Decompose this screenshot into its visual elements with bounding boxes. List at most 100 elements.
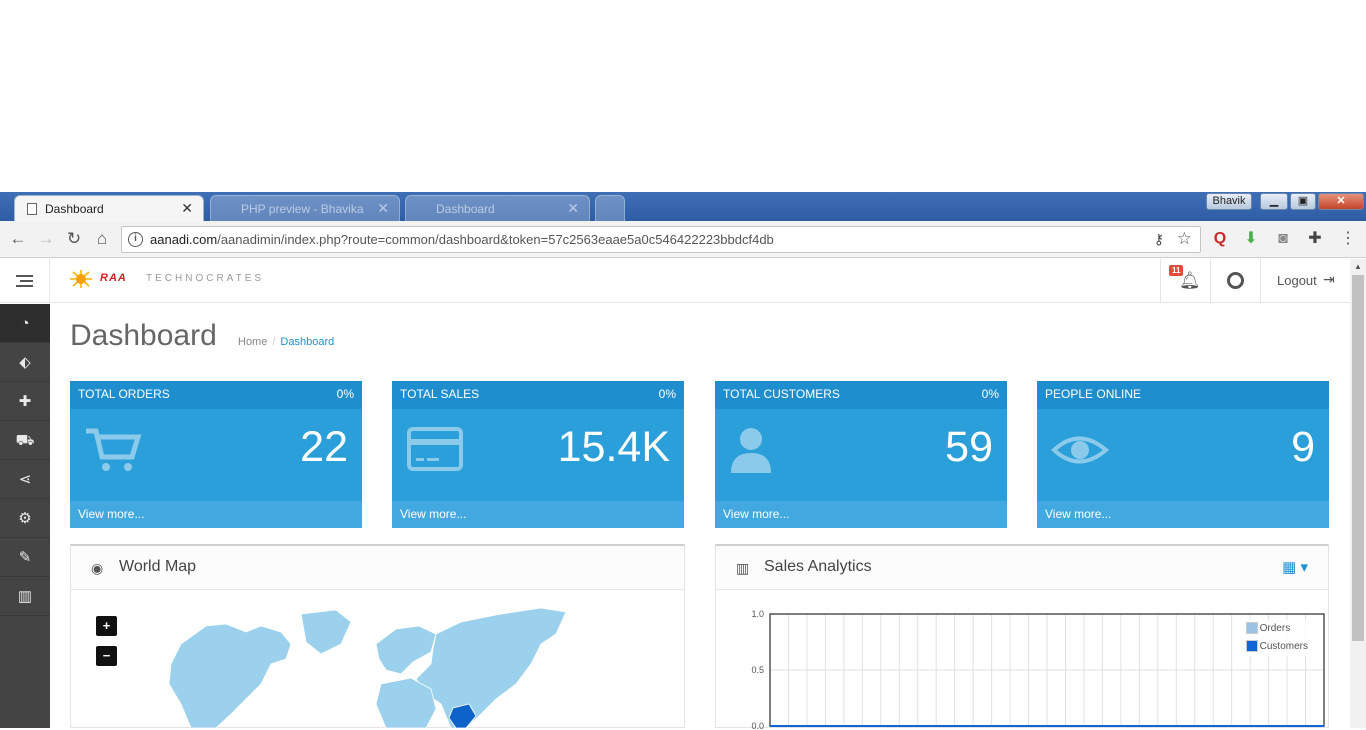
sidebar-item-tools[interactable]: ✎ (0, 538, 50, 577)
breadcrumb-separator: / (272, 336, 276, 348)
view-more-link[interactable]: View more... (723, 507, 789, 521)
tile-footer[interactable]: View more... (715, 501, 1007, 528)
sidebar-item-dashboard[interactable]: ◔ (0, 304, 50, 343)
scroll-up-icon[interactable]: ▲ (1354, 262, 1362, 271)
maximize-button[interactable]: ▣ (1290, 193, 1316, 210)
sales-analytics-chart: 1.0 0.5 0.0 (751, 609, 1325, 730)
url-host: aanadi.com (150, 232, 218, 247)
lifebuoy-icon (1227, 272, 1244, 289)
sidebar-item-marketing[interactable]: ⋖ (0, 460, 50, 499)
forward-icon[interactable]: → (36, 229, 56, 249)
puzzle-extension-icon[interactable]: ✚ (1305, 229, 1325, 249)
scrollbar-thumb[interactable] (1352, 275, 1364, 641)
sidebar-item-extensions[interactable]: ✚ (0, 382, 50, 421)
tile-value: 15.4K (557, 423, 670, 471)
home-icon[interactable]: ⌂ (92, 229, 112, 249)
calendar-dropdown-button[interactable]: ▦ ▾ (1282, 558, 1308, 576)
menu-toggle-button[interactable] (0, 259, 50, 303)
tile-heading: Total Customers (723, 387, 840, 401)
bookmark-star-icon[interactable]: ☆ (1177, 229, 1192, 249)
tile-header: People Online (1037, 381, 1329, 409)
key-icon[interactable]: ⚷ (1154, 231, 1164, 248)
reload-icon[interactable]: ↻ (64, 229, 84, 249)
tab-title: PHP preview - Bhavika (241, 202, 364, 216)
cart-icon: ⛟ (15, 432, 35, 449)
world-map[interactable] (151, 604, 571, 728)
browser-tab-inactive[interactable]: Dashboard ✕ (405, 195, 590, 221)
view-more-link[interactable]: View more... (1045, 507, 1111, 521)
tile-header: Total Sales 0% (392, 381, 684, 409)
notifications-button[interactable]: 11 🔔︎ (1160, 259, 1210, 303)
sidebar-item-sales[interactable]: ⛟ (0, 421, 50, 460)
legend-label: Orders (1259, 623, 1291, 634)
tile-header: Total Customers 0% (715, 381, 1007, 409)
view-more-link[interactable]: View more... (78, 507, 144, 521)
info-icon[interactable]: i (128, 232, 143, 247)
bar-chart-icon: ▥ (736, 560, 750, 576)
breadcrumb-home[interactable]: Home (238, 336, 267, 348)
logo[interactable]: RAA TECHNOCRATES (66, 269, 308, 291)
map-region-europe (375, 625, 437, 675)
map-region-north-america (168, 623, 292, 728)
page-title: Dashboard (70, 319, 217, 352)
browser-tab-active[interactable]: Dashboard ✕ (14, 195, 204, 221)
tile-heading: Total Orders (78, 387, 170, 401)
tags-icon: ⬖ (19, 354, 31, 371)
admin-app: RAA TECHNOCRATES 11 🔔︎ Logout ⇥ ◔ ⬖ ✚ ⛟ … (0, 259, 1350, 730)
y-tick-label: 1.0 (751, 609, 764, 619)
close-window-button[interactable]: ✕ (1318, 193, 1364, 210)
wrench-icon: ✎ (18, 549, 32, 566)
tile-footer[interactable]: View more... (392, 501, 684, 528)
sidebar: ◔ ⬖ ✚ ⛟ ⋖ ⚙ ✎ ▥ (0, 304, 50, 728)
menu-bar-line (16, 275, 33, 277)
menu-bar-line (20, 280, 33, 282)
admin-header: RAA TECHNOCRATES 11 🔔︎ Logout ⇥ (0, 259, 1350, 303)
view-more-link[interactable]: View more... (400, 507, 466, 521)
url-text[interactable]: aanadi.com/aanadimin/index.php?route=com… (150, 232, 774, 247)
sales-analytics-panel: ▥ Sales Analytics ▦ ▾ 1.0 0.5 0.0 Orders C… (715, 544, 1329, 730)
sign-out-icon: ⇥ (1323, 271, 1335, 287)
panel-header: ◉ World Map (71, 546, 684, 590)
legend-label: Customers (1259, 641, 1308, 652)
logout-label: Logout (1277, 273, 1317, 288)
profile-button[interactable]: Bhavik (1206, 193, 1252, 210)
tile-footer[interactable]: View more... (1037, 501, 1329, 528)
camera-extension-icon[interactable]: ◙ (1273, 229, 1293, 249)
user-icon (731, 428, 771, 473)
page-scrollbar[interactable]: ▲ (1350, 259, 1366, 728)
browser-menu-icon[interactable]: ⋮ (1338, 229, 1358, 249)
minimize-button[interactable]: ▁ (1260, 193, 1288, 210)
sidebar-item-reports[interactable]: ▥ (0, 577, 50, 616)
tab-title: Dashboard (45, 202, 104, 216)
sun-logo-icon (70, 270, 92, 288)
y-tick-label: 0.5 (751, 665, 764, 675)
help-button[interactable] (1210, 259, 1260, 303)
download-extension-icon[interactable]: ⬇ (1241, 229, 1261, 249)
breadcrumb-current[interactable]: Dashboard (280, 336, 334, 348)
zoom-in-button[interactable]: + (96, 616, 117, 636)
tile-percent: 0% (658, 387, 676, 401)
cart-icon (86, 428, 142, 471)
back-icon[interactable]: ← (8, 229, 28, 249)
logout-button[interactable]: Logout ⇥ (1260, 259, 1350, 303)
address-bar[interactable]: i aanadi.com/aanadimin/index.php?route=c… (121, 226, 1201, 253)
sidebar-item-system[interactable]: ⚙ (0, 499, 50, 538)
zoom-out-button[interactable]: − (96, 646, 117, 666)
dashboard-icon: ◔ (20, 315, 30, 332)
browser-tab-strip: Dashboard ✕ PHP preview - Bhavika ✕ Dash… (0, 192, 1366, 221)
tab-close-icon[interactable]: ✕ (377, 200, 389, 217)
tab-close-icon[interactable]: ✕ (567, 200, 579, 217)
new-tab-button[interactable] (595, 195, 625, 221)
puzzle-icon: ✚ (18, 393, 32, 410)
browser-tab-inactive[interactable]: PHP preview - Bhavika ✕ (210, 195, 400, 221)
tile-percent: 0% (981, 387, 999, 401)
tab-close-icon[interactable]: ✕ (181, 200, 193, 217)
tile-footer[interactable]: View more... (70, 501, 362, 528)
sidebar-item-catalog[interactable]: ⬖ (0, 343, 50, 382)
quora-extension-icon[interactable]: Q (1210, 229, 1230, 249)
bell-icon: 🔔︎ (1179, 271, 1201, 290)
panel-title: World Map (119, 558, 197, 575)
bar-chart-icon: ▥ (17, 588, 33, 605)
tile-people-online: People Online 9 View more... (1037, 381, 1329, 528)
world-map-panel: ◉ World Map + − (70, 544, 685, 728)
